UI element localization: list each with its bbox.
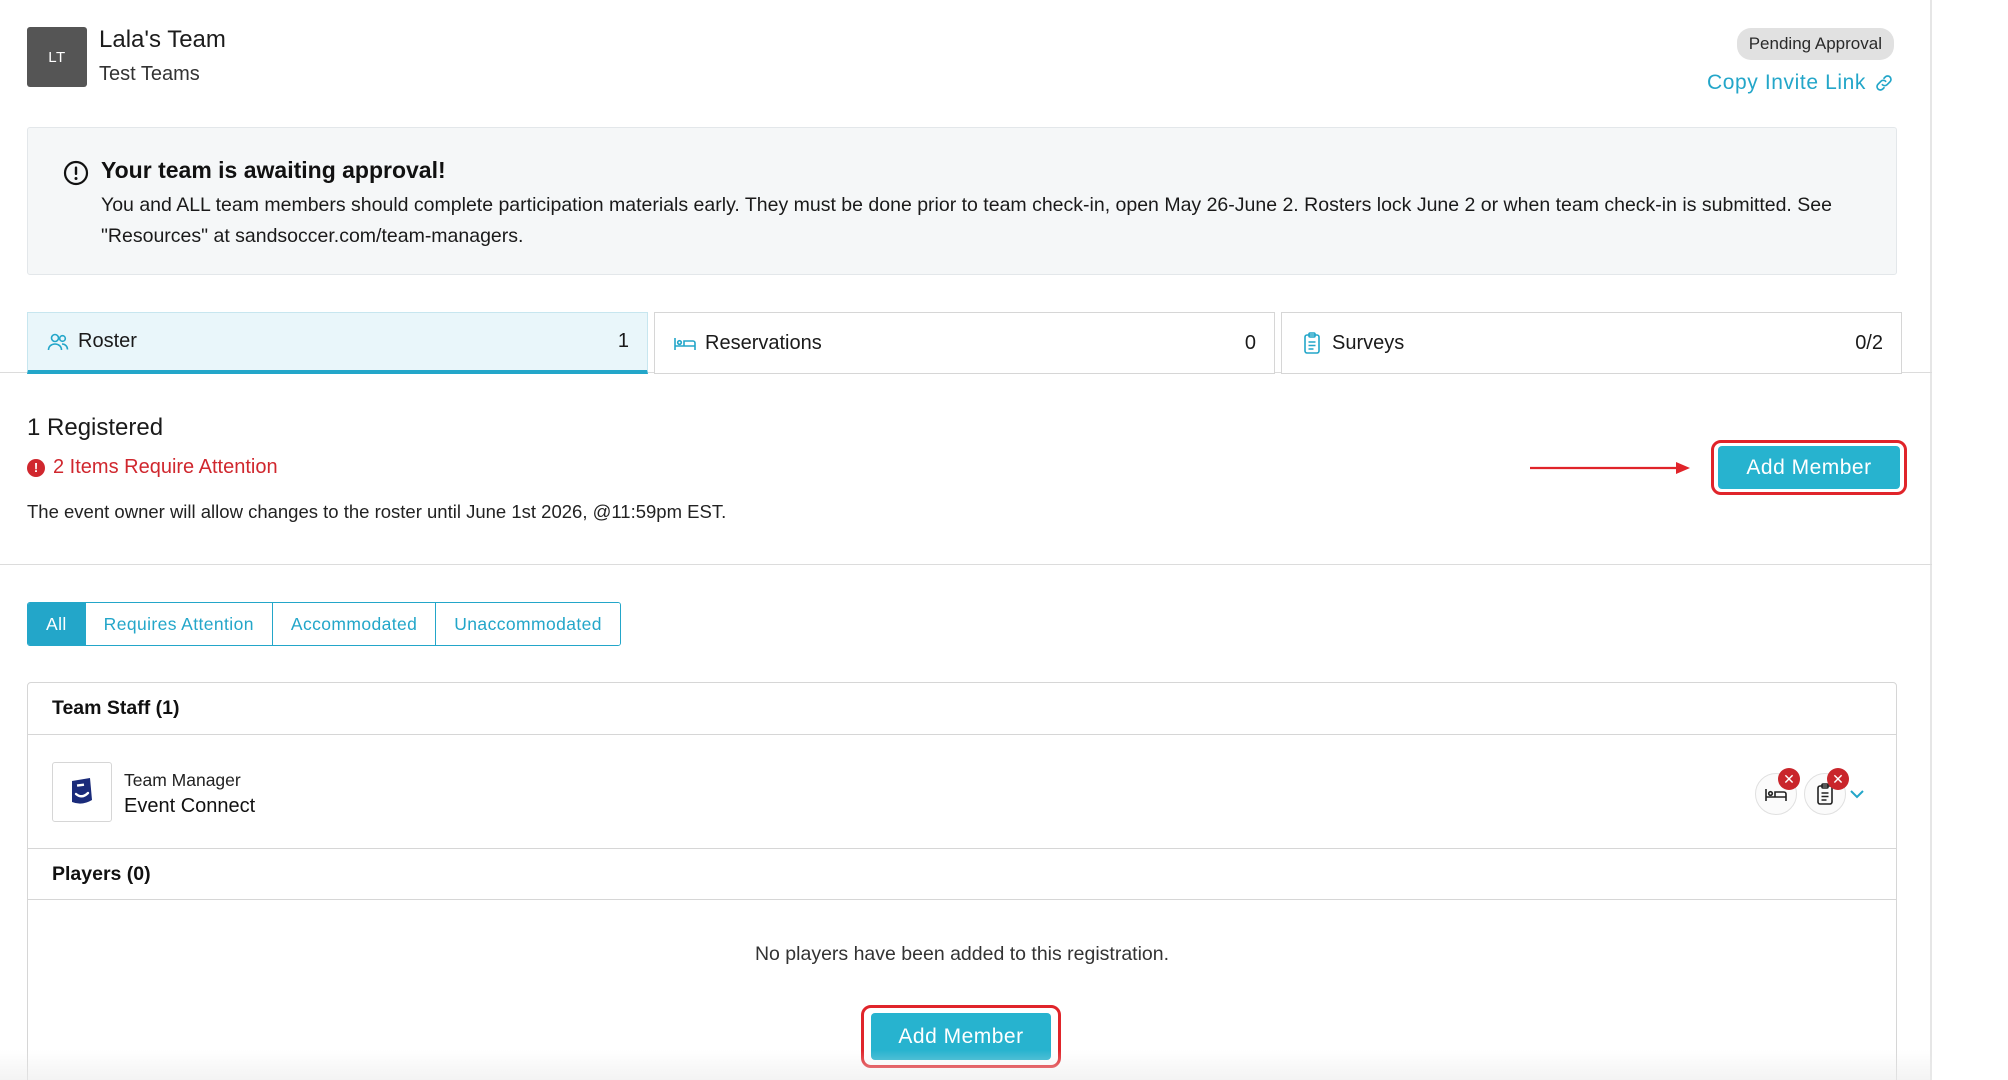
team-avatar: LT bbox=[27, 27, 87, 87]
filter-accommodated[interactable]: Accommodated bbox=[272, 603, 437, 645]
alert-title: Your team is awaiting approval! bbox=[101, 157, 446, 183]
page: LT Lala's Team Test Teams Pending Approv… bbox=[0, 0, 1932, 1080]
add-member-button[interactable]: Add Member bbox=[1718, 446, 1900, 489]
players-heading: Players (0) bbox=[28, 848, 1896, 900]
link-icon bbox=[1876, 75, 1892, 91]
copy-invite-link-label: Copy Invite Link bbox=[1706, 71, 1866, 94]
filter-all[interactable]: All bbox=[28, 603, 86, 645]
exclamation-icon: ! bbox=[27, 458, 45, 477]
member-name: Event Connect bbox=[124, 795, 256, 817]
users-icon bbox=[47, 333, 69, 350]
member-role: Team Manager bbox=[124, 770, 241, 790]
roster-filter: All Requires Attention Accommodated Unac… bbox=[27, 602, 621, 646]
tab-surveys-count: 0/2 bbox=[1855, 331, 1883, 354]
chevron-down-icon[interactable] bbox=[1848, 785, 1866, 803]
empty-players-message: No players have been added to this regis… bbox=[754, 943, 1170, 965]
team-staff-heading: Team Staff (1) bbox=[28, 683, 1896, 735]
clipboard-icon bbox=[1304, 332, 1320, 354]
filter-unaccommodated[interactable]: Unaccommodated bbox=[436, 603, 620, 645]
tab-reservations-label: Reservations bbox=[705, 331, 822, 354]
attention-warning: ! 2 Items Require Attention bbox=[27, 456, 278, 479]
member-logo bbox=[52, 762, 112, 822]
team-subtitle: Test Teams bbox=[99, 63, 200, 85]
arrow-right-icon bbox=[1530, 462, 1690, 474]
tab-surveys-label: Surveys bbox=[1332, 331, 1405, 354]
survey-status[interactable]: ✕ bbox=[1804, 768, 1849, 815]
exclamation-circle-icon bbox=[63, 160, 89, 186]
copy-invite-link[interactable]: Copy Invite Link bbox=[1707, 71, 1894, 95]
tab-roster-count: 1 bbox=[617, 330, 629, 352]
add-member-button-bottom[interactable]: Add Member bbox=[871, 1013, 1051, 1060]
reservation-status[interactable]: ✕ bbox=[1755, 768, 1800, 815]
registered-count: 1 Registered bbox=[27, 414, 164, 441]
attention-text: 2 Items Require Attention bbox=[53, 456, 278, 478]
status-badge: Pending Approval bbox=[1736, 28, 1894, 60]
bed-icon bbox=[674, 338, 696, 350]
tab-roster-label: Roster bbox=[78, 330, 137, 352]
tab-surveys[interactable]: Surveys 0/2 bbox=[1281, 312, 1902, 374]
team-name: Lala's Team bbox=[99, 26, 226, 53]
approval-alert: Your team is awaiting approval! You and … bbox=[27, 127, 1897, 275]
table-row: Team Manager Event Connect ✕ ✕ bbox=[28, 735, 1896, 849]
close-icon: ✕ bbox=[1778, 768, 1800, 790]
alert-body: You and ALL team members should complete… bbox=[101, 194, 1832, 247]
close-icon: ✕ bbox=[1827, 768, 1849, 790]
tab-roster[interactable]: Roster 1 bbox=[27, 312, 648, 374]
roster-deadline-note: The event owner will allow changes to th… bbox=[27, 501, 727, 522]
tab-reservations[interactable]: Reservations 0 bbox=[654, 312, 1275, 374]
event-connect-logo-icon bbox=[72, 778, 92, 804]
tab-reservations-count: 0 bbox=[1244, 331, 1256, 354]
tab-bar: Roster 1 Reservations 0 Surveys 0/2 bbox=[27, 312, 1932, 374]
section-divider bbox=[0, 564, 1932, 565]
filter-requires-attention[interactable]: Requires Attention bbox=[85, 603, 273, 645]
